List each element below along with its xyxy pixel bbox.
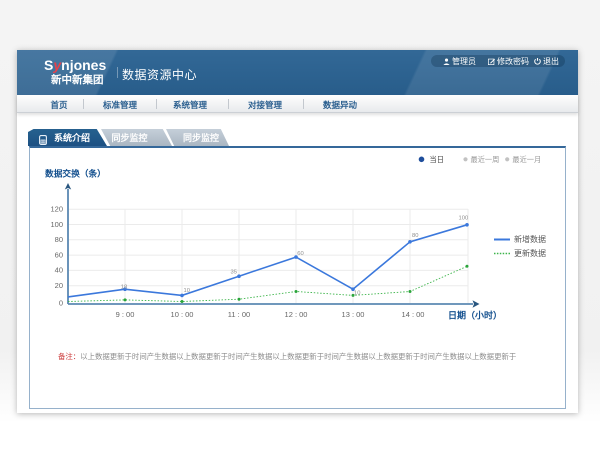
svg-text:60: 60 [297, 251, 303, 257]
svg-text:35: 35 [231, 270, 237, 276]
svg-text:最近一月: 最近一月 [512, 155, 541, 164]
svg-text:14 : 00: 14 : 00 [402, 310, 425, 319]
svg-text:80: 80 [412, 233, 418, 239]
svg-text:9 : 00: 9 : 00 [116, 310, 135, 319]
svg-text:最近一周: 最近一周 [471, 155, 500, 164]
svg-text:11 : 00: 11 : 00 [228, 310, 250, 319]
svg-text:13 : 00: 13 : 00 [342, 310, 365, 319]
svg-text:80: 80 [55, 235, 63, 244]
svg-text:新增数据: 新增数据 [514, 234, 546, 244]
svg-text:日期（小时）: 日期（小时） [448, 310, 502, 321]
svg-text:120: 120 [50, 205, 63, 214]
svg-text:更新数据: 更新数据 [514, 248, 546, 258]
svg-text:18: 18 [121, 284, 127, 290]
svg-text:10: 10 [354, 291, 360, 297]
svg-text:40: 40 [55, 266, 63, 275]
svg-text:100: 100 [50, 220, 63, 229]
svg-text:10 : 00: 10 : 00 [171, 310, 194, 319]
svg-text:数据交换（条）: 数据交换（条） [45, 168, 106, 179]
svg-text:20: 20 [55, 281, 63, 290]
svg-text:100: 100 [459, 216, 469, 222]
svg-text:0: 0 [59, 298, 63, 307]
svg-text:10: 10 [184, 288, 190, 294]
svg-text:12 : 00: 12 : 00 [285, 310, 308, 319]
svg-text:当日: 当日 [430, 155, 444, 164]
svg-text:60: 60 [55, 250, 63, 259]
